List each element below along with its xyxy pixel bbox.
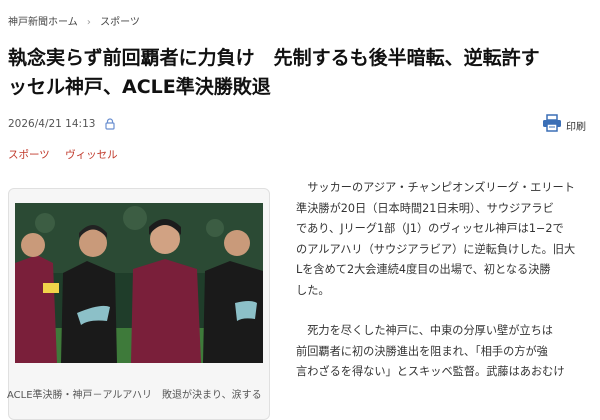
p1-line-5: Lを含めて2大会連続4度目の出場で、初となる決勝	[296, 263, 551, 276]
article-tags: スポーツ ヴィッセル	[8, 147, 130, 162]
print-button[interactable]: 印刷	[542, 114, 586, 136]
p2-line-2: 前回覇者に初の決勝進出を阻まれ、「相手の方が強	[296, 344, 548, 358]
article-paragraph-2: 死力を尽くした神戸に、中東の分厚い壁が立ちは 前回覇者に初の決勝進出を阻まれ、「…	[296, 321, 600, 383]
lock-icon	[105, 118, 116, 130]
publish-datetime: 2026/4/21 14:13	[8, 118, 96, 130]
p1-line-3: であり、Jリーグ1部（J1）のヴィッセル神戸は1−2で	[296, 222, 564, 235]
breadcrumb-separator: ›	[86, 17, 91, 28]
article-headline: 執念実らず前回覇者に力負け 先制するも後半暗転、逆転許す ッセル神戸、ACLE準…	[8, 44, 600, 102]
breadcrumb: 神戸新聞ホーム › スポーツ	[8, 13, 140, 28]
breadcrumb-section-link[interactable]: スポーツ	[100, 17, 140, 28]
p1-line-1: サッカーのアジア・チャンピオンズリーグ・エリート	[307, 181, 575, 194]
p2-line-3: 言わざるを得ない」とスキッベ監督。武藤はあおむけ	[296, 365, 565, 378]
p1-line-2: 準決勝が20日（日本時間21日未明）、サウジアラビ	[296, 201, 554, 215]
article-paragraph-1: サッカーのアジア・チャンピオンズリーグ・エリート 準決勝が20日（日本時間21日…	[296, 178, 600, 301]
print-label: 印刷	[566, 121, 586, 133]
p2-line-1: 死力を尽くした神戸に、中東の分厚い壁が立ちは	[307, 324, 553, 337]
tag-sports[interactable]: スポーツ	[8, 149, 50, 161]
p1-line-4: のアルアハリ（サウジアラビア）に逆転負けした。旧大	[296, 242, 576, 256]
printer-icon	[542, 114, 562, 136]
tag-vissel[interactable]: ヴィッセル	[65, 149, 118, 161]
breadcrumb-home-link[interactable]: 神戸新聞ホーム	[8, 17, 78, 28]
p1-line-6: した。	[296, 283, 330, 297]
article-meta: 2026/4/21 14:13	[8, 118, 116, 130]
article-body: サッカーのアジア・チャンピオンズリーグ・エリート 準決勝が20日（日本時間21日…	[296, 178, 600, 403]
article-photo[interactable]	[15, 203, 263, 363]
photo-caption: ACLE準決勝・神戸－アルアハリ 敗退が決まり、涙する	[7, 390, 262, 401]
headline-line-1: 執念実らず前回覇者に力負け 先制するも後半暗転、逆転許す	[8, 47, 540, 69]
headline-line-2: ッセル神戸、ACLE準決勝敗退	[8, 76, 271, 98]
